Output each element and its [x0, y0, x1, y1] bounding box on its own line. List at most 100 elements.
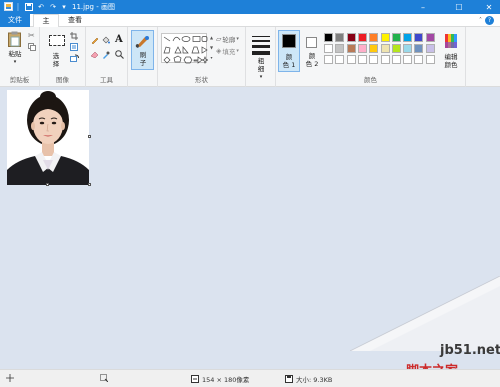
edit-colors-label-2: 颜色 — [444, 61, 458, 69]
minimize-button[interactable]: – — [412, 0, 434, 14]
resize-handle-bottom[interactable] — [46, 183, 49, 186]
resize-handle-right[interactable] — [88, 135, 91, 138]
maximize-button[interactable]: ☐ — [448, 0, 470, 14]
crop-icon[interactable] — [70, 32, 78, 40]
palette-swatch[interactable] — [403, 44, 413, 53]
color1-swatch — [282, 34, 296, 48]
color2-button[interactable]: 颜 色 2 — [302, 30, 324, 72]
palette-swatch[interactable] — [369, 55, 379, 64]
cut-icon[interactable]: ✂ — [28, 31, 35, 40]
select-icon[interactable] — [49, 35, 65, 46]
palette-swatch[interactable] — [403, 55, 413, 64]
palette-swatch[interactable] — [324, 55, 333, 64]
ribbon-tabs: 文件 主页 查看 ˄ ? — [0, 14, 500, 38]
shapes-group: ▲ ▼ ▾ ▱ 轮廓 ▾ ◈ 填充 ▾ 形状 — [158, 27, 246, 87]
undo-icon[interactable]: ↶ — [36, 1, 46, 12]
ribbon: 粘贴 ▾ ✂ 剪贴板 选 择 图像 A 工具 刷 子 ▲ ▼ ▾ ▱ 轮廓 ▾ … — [0, 27, 500, 87]
text-tool-icon[interactable]: A — [115, 34, 123, 45]
palette-swatch[interactable] — [346, 44, 356, 53]
palette-swatch[interactable] — [335, 33, 345, 42]
palette-swatch[interactable] — [380, 44, 390, 53]
color1-button[interactable]: 颜 色 1 — [278, 30, 300, 72]
size-icon[interactable] — [252, 35, 270, 55]
canvas-workspace[interactable] — [0, 87, 500, 369]
color-picker-icon[interactable] — [102, 51, 110, 59]
customize-quick-access-icon[interactable]: ▾ — [59, 1, 69, 12]
palette-swatch[interactable] — [425, 33, 435, 42]
save-icon[interactable] — [24, 1, 34, 12]
colors-group: 颜 色 1 颜 色 2 编辑 颜色 颜色 — [276, 27, 466, 87]
select-label-2[interactable]: 择 — [48, 60, 64, 68]
tools-group: A 工具 — [86, 27, 128, 87]
size-dropdown-icon[interactable]: ▾ — [257, 73, 265, 81]
palette-swatch[interactable] — [324, 44, 333, 53]
brushes-button[interactable]: 刷 子 — [131, 30, 154, 70]
eraser-icon[interactable] — [90, 51, 99, 59]
shapes-group-label: 形状 — [195, 76, 208, 84]
palette-swatch[interactable] — [414, 55, 424, 64]
redo-icon[interactable]: ↷ — [48, 1, 58, 12]
palette-swatch[interactable] — [391, 44, 401, 53]
palette-swatch[interactable] — [380, 33, 390, 42]
palette-swatch[interactable] — [369, 33, 379, 42]
copy-icon[interactable] — [28, 43, 36, 51]
color-palette — [324, 33, 440, 73]
palette-swatch[interactable] — [391, 55, 401, 64]
palette-swatch[interactable] — [324, 33, 333, 42]
collapse-ribbon-icon[interactable]: ˄ — [479, 17, 482, 24]
palette-swatch[interactable] — [425, 44, 435, 53]
select-label-1[interactable]: 选 — [48, 52, 64, 60]
palette-swatch[interactable] — [357, 55, 367, 64]
palette-swatch[interactable] — [335, 44, 345, 53]
palette-swatch[interactable] — [357, 33, 367, 42]
palette-swatch[interactable] — [346, 55, 356, 64]
size-label-1[interactable]: 粗 — [252, 57, 270, 65]
clipboard-group: 粘贴 ▾ ✂ 剪贴板 — [0, 27, 40, 87]
color1-label-2: 色 1 — [282, 61, 296, 69]
palette-swatch[interactable] — [414, 44, 424, 53]
file-size: 大小: 9.3KB — [285, 374, 332, 384]
paste-dropdown-icon[interactable]: ▾ — [11, 58, 19, 66]
magnifier-icon[interactable] — [115, 50, 124, 59]
outline-icon: ▱ — [216, 35, 222, 43]
palette-swatch[interactable] — [335, 55, 345, 64]
size-label-2[interactable]: 细 — [252, 65, 270, 73]
palette-swatch[interactable] — [369, 44, 379, 53]
rotate-icon[interactable] — [70, 54, 80, 62]
color2-label-2: 色 2 — [305, 60, 319, 68]
palette-swatch[interactable] — [380, 55, 390, 64]
edit-colors-label-1: 编辑 — [444, 53, 458, 61]
palette-swatch[interactable] — [357, 44, 367, 53]
tab-home[interactable]: 主页 — [33, 14, 59, 38]
color2-swatch — [306, 37, 317, 48]
canvas-image[interactable] — [7, 90, 89, 185]
help-icon[interactable]: ? — [485, 16, 494, 25]
outline-button[interactable]: ▱ 轮廓 ▾ — [216, 34, 244, 44]
palette-swatch[interactable] — [391, 33, 401, 42]
fill-button[interactable]: ◈ 填充 ▾ — [216, 46, 244, 56]
edit-colors-button[interactable]: 编辑 颜色 — [438, 31, 464, 71]
paste-button-label[interactable]: 粘贴 — [6, 50, 24, 58]
color1-label-1: 颜 — [285, 53, 293, 61]
pencil-icon[interactable] — [91, 36, 99, 45]
shapes-scroll-arrows[interactable]: ▲ ▼ ▾ — [209, 33, 214, 63]
selection-size-icon — [100, 374, 108, 382]
paint-app-icon[interactable] — [3, 1, 13, 12]
fill-bucket-icon[interactable] — [102, 36, 110, 44]
portrait-photo — [7, 90, 89, 185]
tab-file[interactable]: 文件 — [0, 14, 30, 27]
palette-swatch[interactable] — [346, 33, 356, 42]
shapes-gallery[interactable] — [161, 33, 209, 64]
tab-view[interactable]: 查看 — [62, 14, 88, 27]
paste-icon[interactable] — [8, 31, 21, 47]
image-dimensions: 154 × 180像素 — [191, 374, 249, 384]
palette-swatch[interactable] — [403, 33, 413, 42]
palette-swatch[interactable] — [425, 55, 435, 64]
palette-swatch[interactable] — [414, 33, 424, 42]
resize-icon[interactable] — [70, 43, 78, 51]
edit-colors-icon — [444, 34, 458, 48]
resize-handle-corner[interactable] — [88, 183, 91, 186]
close-button[interactable]: ✕ — [478, 0, 500, 14]
outline-dropdown-icon: ▾ — [236, 36, 239, 42]
file-size-text: 大小: 9.3KB — [296, 376, 333, 384]
